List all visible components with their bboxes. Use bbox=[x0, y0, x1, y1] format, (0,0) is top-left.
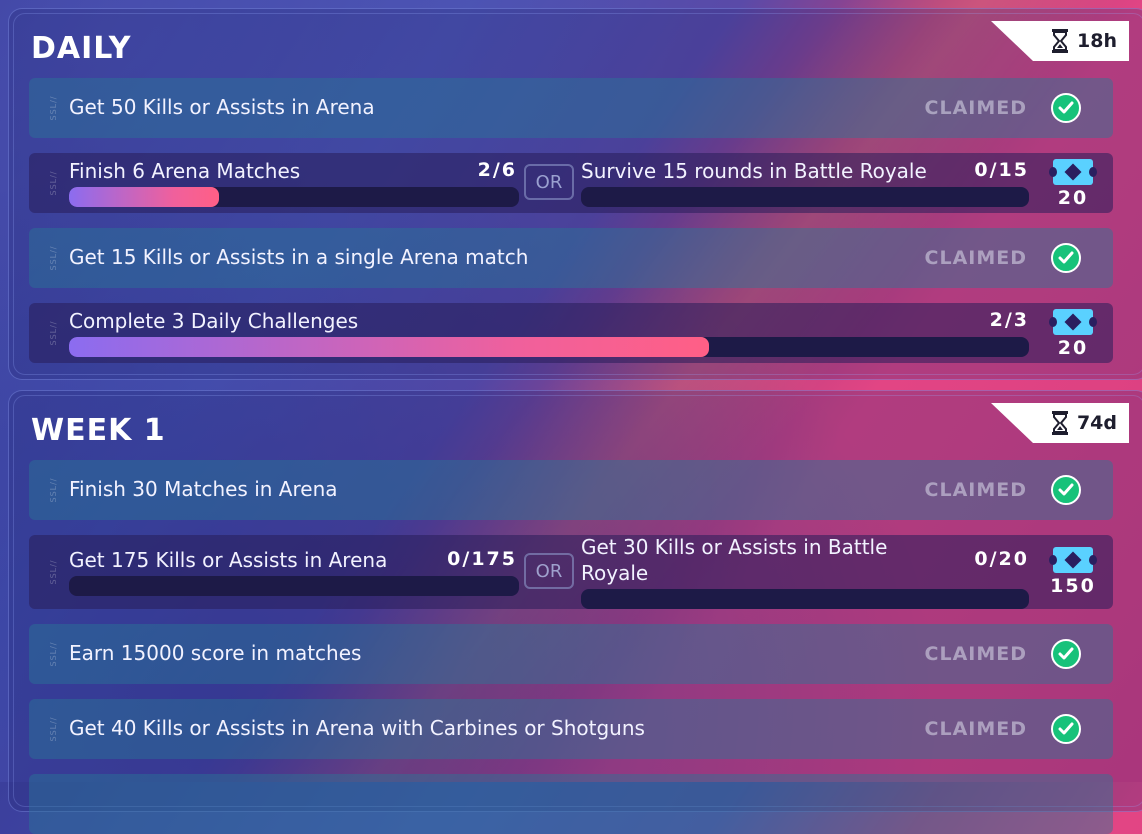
claimed-label: CLAIMED bbox=[924, 718, 1027, 740]
challenge-row[interactable]: SSL// Get 50 Kills or Assists in Arena C… bbox=[29, 78, 1113, 138]
challenge-left-count: 0/175 bbox=[447, 548, 517, 570]
challenge-row-or[interactable]: SSL// Get 175 Kills or Assists in Arena … bbox=[29, 535, 1113, 609]
progress-bar bbox=[69, 187, 519, 207]
ticket-icon bbox=[1049, 309, 1097, 335]
challenge-right-text: Survive 15 rounds in Battle Royale bbox=[581, 159, 927, 183]
claimed-label: CLAIMED bbox=[924, 247, 1027, 269]
row-sidetag: SSL// bbox=[49, 641, 59, 667]
reward-amount: 150 bbox=[1050, 575, 1096, 597]
or-divider: OR bbox=[524, 164, 574, 200]
row-sidetag: SSL// bbox=[49, 716, 59, 742]
challenge-left-text: Finish 6 Arena Matches bbox=[69, 159, 301, 183]
daily-title: DAILY bbox=[31, 31, 132, 66]
progress-bar bbox=[69, 337, 1029, 357]
challenge-text: Get 15 Kills or Assists in a single Aren… bbox=[69, 245, 529, 269]
claimed-label: CLAIMED bbox=[924, 97, 1027, 119]
row-sidetag: SSL// bbox=[49, 477, 59, 503]
challenge-row-or[interactable]: SSL// Finish 6 Arena Matches 2/6 OR Surv… bbox=[29, 153, 1113, 213]
check-icon bbox=[1051, 93, 1081, 123]
reward-amount: 20 bbox=[1057, 337, 1089, 359]
challenge-text: Earn 15000 score in matches bbox=[69, 641, 362, 665]
week1-section: WEEK 1 74d SSL// Finish 30 Matches in Ar… bbox=[8, 390, 1142, 834]
check-icon bbox=[1051, 714, 1081, 744]
progress-fill bbox=[69, 337, 710, 357]
check-icon bbox=[1051, 639, 1081, 669]
claimed-label: CLAIMED bbox=[924, 479, 1027, 501]
challenge-row[interactable]: SSL// Earn 15000 score in matches CLAIME… bbox=[29, 624, 1113, 684]
or-divider: OR bbox=[524, 553, 574, 589]
challenge-right-count: 0/15 bbox=[974, 159, 1029, 181]
challenge-row[interactable]: SSL// Finish 30 Matches in Arena CLAIMED bbox=[29, 460, 1113, 520]
row-sidetag: SSL// bbox=[49, 320, 59, 346]
reward-amount: 20 bbox=[1057, 187, 1089, 209]
progress-bar bbox=[581, 589, 1029, 609]
challenge-count: 2/3 bbox=[989, 309, 1029, 331]
reward: 20 bbox=[1049, 159, 1097, 209]
challenge-right-text-line2: Royale bbox=[581, 561, 649, 585]
hourglass-icon bbox=[1051, 411, 1068, 435]
ticket-icon bbox=[1049, 159, 1097, 185]
claimed-label: CLAIMED bbox=[924, 643, 1027, 665]
challenge-text: Get 50 Kills or Assists in Arena bbox=[69, 95, 375, 119]
check-icon bbox=[1051, 475, 1081, 505]
ticket-icon bbox=[1049, 547, 1097, 573]
row-sidetag: SSL// bbox=[49, 170, 59, 196]
challenge-row[interactable]: SSL// Get 40 Kills or Assists in Arena w… bbox=[29, 699, 1113, 759]
challenge-right-text-line1: Get 30 Kills or Assists in Battle bbox=[581, 535, 888, 559]
hourglass-icon bbox=[1052, 29, 1069, 53]
challenge-row[interactable]: SSL// Get 15 Kills or Assists in a singl… bbox=[29, 228, 1113, 288]
challenge-left-count: 2/6 bbox=[477, 159, 517, 181]
reward: 150 bbox=[1045, 547, 1101, 597]
row-sidetag: SSL// bbox=[49, 559, 59, 585]
challenge-row[interactable]: SSL// Complete 3 Daily Challenges 2/3 20 bbox=[29, 303, 1113, 363]
challenge-left-text: Get 175 Kills or Assists in Arena bbox=[69, 548, 388, 572]
daily-section: DAILY 18h SSL// Get 50 Kills or Assists … bbox=[8, 8, 1142, 380]
check-icon bbox=[1051, 243, 1081, 273]
week1-timer-label: 74d bbox=[1076, 412, 1117, 434]
challenge-text: Finish 30 Matches in Arena bbox=[69, 477, 338, 501]
progress-bar bbox=[581, 187, 1029, 207]
challenge-right-count: 0/20 bbox=[974, 548, 1029, 570]
week1-title: WEEK 1 bbox=[31, 413, 166, 448]
row-sidetag: SSL// bbox=[49, 95, 59, 121]
reward: 20 bbox=[1049, 309, 1097, 359]
progress-bar bbox=[69, 576, 519, 596]
challenge-row[interactable] bbox=[29, 774, 1113, 834]
daily-timer-label: 18h bbox=[1077, 30, 1117, 52]
progress-fill bbox=[69, 187, 219, 207]
challenge-text: Complete 3 Daily Challenges bbox=[69, 309, 359, 333]
challenge-text: Get 40 Kills or Assists in Arena with Ca… bbox=[69, 716, 645, 740]
row-sidetag: SSL// bbox=[49, 245, 59, 271]
